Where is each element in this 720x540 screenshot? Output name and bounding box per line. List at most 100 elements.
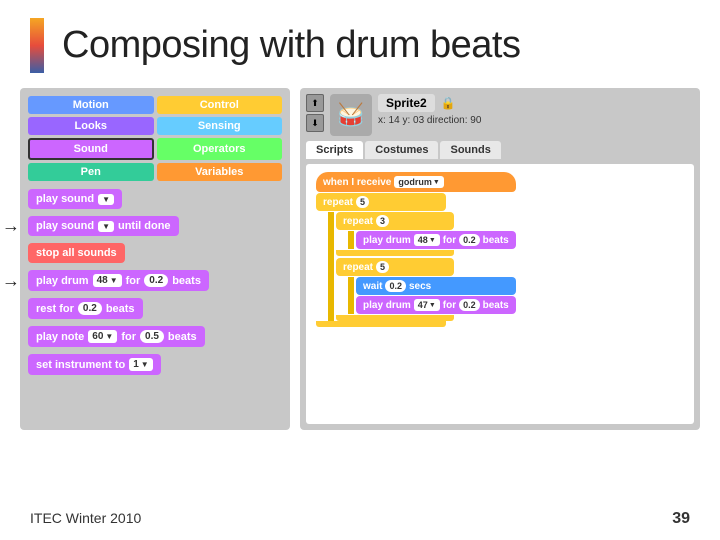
play-drum-for: for: [126, 275, 141, 287]
repeat5-label: repeat: [323, 197, 353, 208]
tab-costumes[interactable]: Costumes: [365, 141, 438, 159]
repeat3-bottom: [336, 250, 454, 256]
script-drum2-beats: beats: [483, 300, 509, 311]
repeat5-val[interactable]: 5: [356, 196, 369, 208]
play-drum-label: play drum: [36, 275, 89, 287]
play-note-block[interactable]: play note 60 for 0.5 beats: [28, 326, 205, 347]
play-sound-done-block-row: → play sound until done: [28, 216, 282, 236]
tab-sounds[interactable]: Sounds: [440, 141, 500, 159]
play-sound-done-label: play sound: [36, 220, 94, 232]
header: Composing with drum beats: [0, 0, 720, 83]
play-drum-block-row: → play drum 48 for 0.2 beats: [28, 270, 282, 291]
cat-variables[interactable]: Variables: [157, 163, 283, 181]
block-area: play sound → play sound until done stop …: [28, 189, 282, 378]
play-sound-block[interactable]: play sound: [28, 189, 122, 209]
script-drum1-beats: beats: [483, 235, 509, 246]
repeat5-block[interactable]: repeat 5: [316, 193, 446, 211]
footer-page: 39: [672, 510, 690, 528]
repeat5-inner-outer: repeat 5 wait 0.2 secs: [336, 258, 516, 321]
cat-control[interactable]: Control: [157, 96, 283, 114]
set-instrument-label: set instrument to: [36, 359, 125, 371]
main-content: Motion Control Looks Sensing Sound Opera…: [0, 88, 720, 430]
play-note-beats-val[interactable]: 0.5: [140, 330, 164, 343]
repeat3-block[interactable]: repeat 3: [336, 212, 454, 230]
wait-val[interactable]: 0.2: [385, 280, 406, 292]
sprite-name-row: Sprite2 🔒: [378, 94, 694, 112]
play-drum-block[interactable]: → play drum 48 for 0.2 beats: [28, 270, 209, 291]
footer-course: ITEC Winter 2010: [30, 510, 141, 528]
stop-sounds-block-row: stop all sounds: [28, 243, 282, 263]
stop-sounds-block[interactable]: stop all sounds: [28, 243, 125, 263]
script-drum2-block[interactable]: play drum 47 for 0.2 beats: [356, 296, 516, 314]
play-sound-dropdown[interactable]: [98, 194, 114, 205]
script-drum1-block[interactable]: play drum 48 for 0.2 beats: [356, 231, 516, 249]
rest-beats-val[interactable]: 0.2: [78, 302, 102, 315]
play-drum-beats-label: beats: [172, 275, 201, 287]
script-drum2-label: play drum: [363, 300, 411, 311]
play-note-block-row: play note 60 for 0.5 beats: [28, 326, 282, 347]
rest-for-label: rest for: [36, 303, 74, 315]
tab-scripts[interactable]: Scripts: [306, 141, 363, 159]
play-sound-done-block[interactable]: → play sound until done: [28, 216, 179, 236]
sprite-info: Sprite2 🔒 x: 14 y: 03 direction: 90: [378, 94, 694, 126]
repeat5-inner-block[interactable]: repeat 5: [336, 258, 454, 276]
wait-block[interactable]: wait 0.2 secs: [356, 277, 516, 295]
cat-looks[interactable]: Looks: [28, 117, 154, 135]
rest-beats-label: beats: [106, 303, 135, 315]
repeat5-inner-body: wait 0.2 secs play drum 47 for 0.2: [348, 277, 516, 314]
play-note-dropdown[interactable]: 60: [88, 330, 117, 343]
until-done-label: until done: [118, 220, 171, 232]
stage-ctrl-top[interactable]: ⬆: [306, 94, 324, 112]
sprite-thumbnail: 🥁: [330, 94, 372, 136]
when-receive-label: when I receive: [323, 177, 391, 188]
play-sound-block-row: play sound: [28, 189, 282, 209]
sprite-name: Sprite2: [378, 94, 435, 112]
script-drum2-val2[interactable]: 0.2: [459, 299, 480, 311]
rest-for-block-row: rest for 0.2 beats: [28, 298, 282, 319]
set-instrument-dropdown[interactable]: 1: [129, 358, 152, 371]
script-drum1-label: play drum: [363, 235, 411, 246]
play-note-for: for: [121, 331, 136, 343]
sprite-coords: x: 14 y: 03 direction: 90: [378, 115, 694, 126]
arrow1-indicator: →: [2, 216, 20, 237]
repeat5-body: repeat 3 play drum 48 for 0.2: [328, 212, 516, 321]
tabs-row: Scripts Costumes Sounds: [306, 141, 694, 159]
play-drum-num-dropdown[interactable]: 48: [93, 274, 122, 287]
stage-controls: ⬆ ⬇: [306, 94, 324, 132]
receive-val[interactable]: godrum: [394, 176, 443, 188]
when-receive-block[interactable]: when I receive godrum: [316, 172, 516, 192]
repeat3-outer: repeat 3 play drum 48 for 0.2: [336, 212, 516, 256]
play-sound-label: play sound: [36, 193, 94, 205]
cat-operators[interactable]: Operators: [157, 138, 283, 160]
stage-ctrl-bottom[interactable]: ⬇: [306, 114, 324, 132]
wait-secs: secs: [409, 281, 431, 292]
repeat5-outer-bottom: [316, 321, 446, 327]
repeat5-inner-label: repeat: [343, 262, 373, 273]
repeat3-val[interactable]: 3: [376, 215, 389, 227]
cat-pen[interactable]: Pen: [28, 163, 154, 181]
script-drum1-val2[interactable]: 0.2: [459, 234, 480, 246]
rest-for-block[interactable]: rest for 0.2 beats: [28, 298, 143, 319]
cat-sensing[interactable]: Sensing: [157, 117, 283, 135]
footer: ITEC Winter 2010 39: [0, 510, 720, 528]
wait-label: wait: [363, 281, 382, 292]
script-stack: when I receive godrum repeat 5 repeat: [316, 172, 516, 327]
page-title: Composing with drum beats: [62, 24, 521, 67]
play-drum-beats-val[interactable]: 0.2: [144, 274, 168, 287]
play-note-label: play note: [36, 331, 84, 343]
repeat5-inner-val[interactable]: 5: [376, 261, 389, 273]
script-drum1-val1[interactable]: 48: [414, 234, 440, 246]
play-note-beats-label: beats: [168, 331, 197, 343]
lock-icon: 🔒: [441, 96, 456, 110]
set-instrument-block[interactable]: set instrument to 1: [28, 354, 161, 375]
right-panel: ⬆ ⬇ 🥁 Sprite2 🔒 x: 14 y: 03 direction: 9…: [300, 88, 700, 430]
cat-sound[interactable]: Sound: [28, 138, 154, 160]
cat-motion[interactable]: Motion: [28, 96, 154, 114]
repeat3-label: repeat: [343, 216, 373, 227]
set-instrument-block-row: set instrument to 1: [28, 354, 282, 375]
repeat3-body: play drum 48 for 0.2 beats: [348, 231, 516, 249]
play-sound-done-dropdown[interactable]: [98, 221, 114, 232]
script-drum2-val1[interactable]: 47: [414, 299, 440, 311]
arrow2-indicator: →: [2, 270, 20, 291]
categories: Motion Control Looks Sensing Sound Opera…: [28, 96, 282, 181]
